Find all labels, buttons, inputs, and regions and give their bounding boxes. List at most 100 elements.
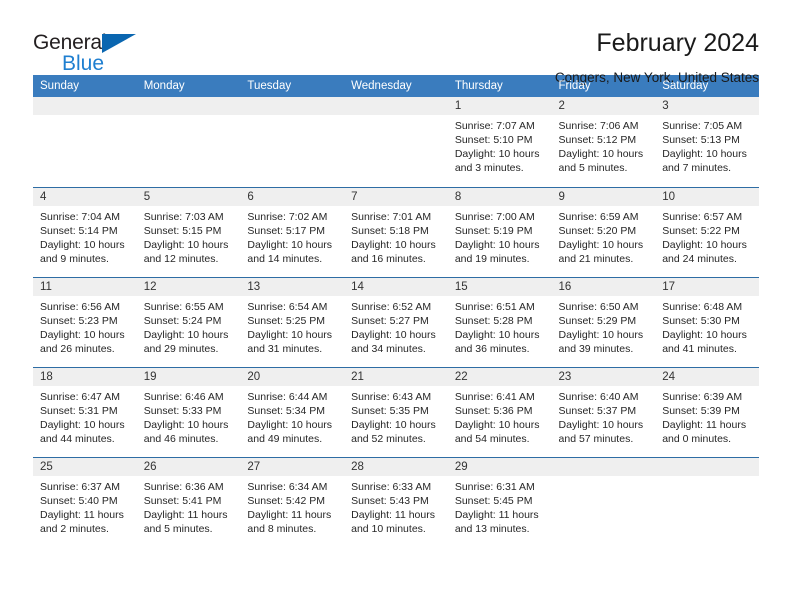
- calendar-day-cell[interactable]: 3 Sunrise: 7:05 AM Sunset: 5:13 PM Daylight…: [655, 97, 759, 187]
- day-number: 26: [136, 457, 241, 476]
- day-details: Sunrise: 7:01 AM Sunset: 5:18 PM Daylight:…: [344, 206, 448, 266]
- daylight-text: Daylight: 10 hours and 49 minutes.: [247, 418, 333, 445]
- sunset-text: Sunset: 5:24 PM: [143, 314, 222, 327]
- sunset-text: Sunset: 5:41 PM: [143, 494, 222, 507]
- calendar-day-cell[interactable]: 23 Sunrise: 6:40 AM Sunset: 5:37 PM Dayligh…: [551, 366, 656, 457]
- calendar-day-cell[interactable]: 28 Sunrise: 6:33 AM Sunset: 5:43 PM Dayligh…: [344, 456, 448, 547]
- calendar-day-cell[interactable]: 13 Sunrise: 6:54 AM Sunset: 5:25 PM Dayligh…: [240, 276, 345, 367]
- day-details: Sunrise: 6:44 AM Sunset: 5:34 PM Daylight:…: [240, 386, 344, 446]
- calendar-day-cell[interactable]: 7 Sunrise: 7:01 AM Sunset: 5:18 PM Daylight…: [344, 186, 448, 277]
- sunrise-text: Sunrise: 7:05 AM: [662, 120, 743, 132]
- calendar-day-cell[interactable]: 27 Sunrise: 6:34 AM Sunset: 5:42 PM Dayligh…: [240, 456, 345, 547]
- calendar-day-cell[interactable]: 14 Sunrise: 6:52 AM Sunset: 5:27 PM Dayligh…: [344, 276, 448, 367]
- day-number: 20: [240, 367, 345, 386]
- daylight-text: Daylight: 10 hours and 39 minutes.: [558, 328, 644, 355]
- sunset-text: Sunset: 5:15 PM: [143, 224, 222, 237]
- day-number: 12: [136, 277, 241, 296]
- sunrise-text: Sunrise: 6:41 AM: [454, 390, 535, 403]
- day-details: Sunrise: 6:46 AM Sunset: 5:33 PM Daylight:…: [137, 386, 241, 446]
- calendar-day-cell[interactable]: 18 Sunrise: 6:47 AM Sunset: 5:31 PM Dayligh…: [33, 366, 137, 457]
- daylight-text: Daylight: 10 hours and 52 minutes.: [351, 418, 436, 445]
- calendar-day-cell[interactable]: 1 Sunrise: 7:07 AM Sunset: 5:10 PM Daylight…: [447, 97, 552, 187]
- day-number: 7: [344, 187, 448, 206]
- sunset-text: Sunset: 5:14 PM: [40, 224, 118, 237]
- calendar-day-cell[interactable]: 26 Sunrise: 6:36 AM Sunset: 5:41 PM Dayligh…: [136, 456, 241, 547]
- calendar-day-cell[interactable]: 8 Sunrise: 7:00 AM Sunset: 5:19 PM Daylight…: [447, 186, 552, 277]
- day-details: Sunrise: 6:56 AM Sunset: 5:23 PM Daylight:…: [33, 296, 137, 356]
- calendar-day-cell[interactable]: 17 Sunrise: 6:48 AM Sunset: 5:30 PM Dayligh…: [655, 276, 759, 367]
- day-number: 15: [447, 277, 552, 296]
- sunrise-text: Sunrise: 6:57 AM: [662, 210, 743, 223]
- daylight-text: Daylight: 10 hours and 34 minutes.: [351, 328, 436, 355]
- calendar-cell-empty: [344, 97, 448, 187]
- sunrise-text: Sunrise: 6:39 AM: [662, 390, 743, 403]
- sunset-text: Sunset: 5:29 PM: [558, 314, 637, 327]
- sunset-text: Sunset: 5:23 PM: [40, 314, 118, 327]
- general-blue-logo[interactable]: General Blue: [33, 30, 148, 80]
- calendar-day-cell[interactable]: 25 Sunrise: 6:37 AM Sunset: 5:40 PM Dayligh…: [33, 456, 137, 547]
- sunrise-text: Sunrise: 7:00 AM: [454, 210, 535, 223]
- daylight-text: Daylight: 10 hours and 29 minutes.: [143, 328, 229, 355]
- day-details: Sunrise: 6:54 AM Sunset: 5:25 PM Daylight:…: [240, 296, 344, 356]
- sunset-text: Sunset: 5:31 PM: [40, 404, 118, 417]
- day-details: Sunrise: 6:47 AM Sunset: 5:31 PM Daylight:…: [33, 386, 137, 446]
- title-block: February 2024 Congers, New York, United …: [555, 29, 759, 84]
- calendar-day-cell[interactable]: 2 Sunrise: 7:06 AM Sunset: 5:12 PM Daylight…: [551, 97, 656, 187]
- calendar-day-cell[interactable]: 11 Sunrise: 6:56 AM Sunset: 5:23 PM Dayligh…: [33, 276, 137, 367]
- page-header: General Blue February 2024 Congers, New …: [33, 0, 759, 84]
- calendar-day-cell[interactable]: 19 Sunrise: 6:46 AM Sunset: 5:33 PM Dayligh…: [136, 366, 241, 457]
- sunrise-text: Sunrise: 6:51 AM: [454, 300, 535, 313]
- calendar-day-cell[interactable]: 24 Sunrise: 6:39 AM Sunset: 5:39 PM Dayligh…: [655, 366, 759, 457]
- sunrise-text: Sunrise: 6:31 AM: [454, 480, 535, 493]
- calendar-week-row: 1 Sunrise: 7:07 AM Sunset: 5:10 PM Daylight…: [33, 97, 759, 187]
- sunset-text: Sunset: 5:36 PM: [454, 404, 533, 417]
- day-number: 27: [240, 457, 345, 476]
- sunset-text: Sunset: 5:40 PM: [40, 494, 118, 507]
- day-details: Sunrise: 6:36 AM Sunset: 5:41 PM Daylight:…: [137, 476, 241, 536]
- day-number: [551, 457, 656, 476]
- calendar-day-cell[interactable]: 16 Sunrise: 6:50 AM Sunset: 5:29 PM Dayligh…: [551, 276, 656, 367]
- calendar-page: General Blue February 2024 Congers, New …: [0, 0, 792, 612]
- day-number: 5: [136, 187, 241, 206]
- calendar-day-cell[interactable]: 6 Sunrise: 7:02 AM Sunset: 5:17 PM Daylight…: [240, 186, 345, 277]
- calendar-day-cell[interactable]: 20 Sunrise: 6:44 AM Sunset: 5:34 PM Dayligh…: [240, 366, 345, 457]
- day-details: Sunrise: 6:52 AM Sunset: 5:27 PM Daylight:…: [344, 296, 448, 356]
- daylight-text: Daylight: 11 hours and 2 minutes.: [40, 508, 124, 535]
- logo-text-general: General: [33, 31, 107, 54]
- daylight-text: Daylight: 10 hours and 12 minutes.: [143, 238, 229, 265]
- day-number: 24: [655, 367, 759, 386]
- calendar-day-cell[interactable]: 9 Sunrise: 6:59 AM Sunset: 5:20 PM Daylight…: [551, 186, 656, 277]
- calendar-day-cell[interactable]: 4 Sunrise: 7:04 AM Sunset: 5:14 PM Daylight…: [33, 186, 137, 277]
- calendar-day-cell[interactable]: 10 Sunrise: 6:57 AM Sunset: 5:22 PM Dayligh…: [655, 186, 759, 277]
- calendar-day-cell[interactable]: 15 Sunrise: 6:51 AM Sunset: 5:28 PM Dayligh…: [447, 276, 552, 367]
- day-number: 16: [551, 277, 656, 296]
- sunrise-text: Sunrise: 6:59 AM: [558, 210, 639, 223]
- calendar-day-cell[interactable]: 5 Sunrise: 7:03 AM Sunset: 5:15 PM Daylight…: [136, 186, 241, 277]
- day-number: [33, 97, 137, 115]
- sunset-text: Sunset: 5:18 PM: [351, 224, 429, 237]
- day-number: 17: [655, 277, 759, 296]
- daylight-text: Daylight: 10 hours and 57 minutes.: [558, 418, 644, 445]
- calendar-day-cell[interactable]: 22 Sunrise: 6:41 AM Sunset: 5:36 PM Dayligh…: [447, 366, 552, 457]
- weekday-header-thursday: Thursday: [447, 75, 552, 97]
- calendar-day-cell[interactable]: 29 Sunrise: 6:31 AM Sunset: 5:45 PM Dayligh…: [447, 456, 552, 547]
- sunrise-text: Sunrise: 7:04 AM: [40, 210, 120, 223]
- day-details: Sunrise: 6:33 AM Sunset: 5:43 PM Daylight:…: [344, 476, 448, 536]
- calendar-day-cell[interactable]: 21 Sunrise: 6:43 AM Sunset: 5:35 PM Dayligh…: [344, 366, 448, 457]
- calendar-day-cell[interactable]: 12 Sunrise: 6:55 AM Sunset: 5:24 PM Dayligh…: [136, 276, 241, 367]
- day-number: 13: [240, 277, 345, 296]
- daylight-text: Daylight: 10 hours and 54 minutes.: [454, 418, 540, 445]
- daylight-text: Daylight: 10 hours and 31 minutes.: [247, 328, 333, 355]
- daylight-text: Daylight: 10 hours and 44 minutes.: [40, 418, 125, 445]
- day-number: 11: [33, 277, 137, 296]
- day-number: 4: [33, 187, 137, 206]
- day-details: Sunrise: 7:07 AM Sunset: 5:10 PM Daylight:…: [448, 115, 552, 175]
- daylight-text: Daylight: 10 hours and 9 minutes.: [40, 238, 125, 265]
- weekday-header-monday: Monday: [136, 75, 241, 97]
- day-number: 21: [344, 367, 448, 386]
- daylight-text: Daylight: 10 hours and 14 minutes.: [247, 238, 333, 265]
- sunrise-text: Sunrise: 6:33 AM: [351, 480, 432, 493]
- sunset-text: Sunset: 5:10 PM: [454, 134, 533, 146]
- sunset-text: Sunset: 5:30 PM: [662, 314, 740, 327]
- sunset-text: Sunset: 5:35 PM: [351, 404, 429, 417]
